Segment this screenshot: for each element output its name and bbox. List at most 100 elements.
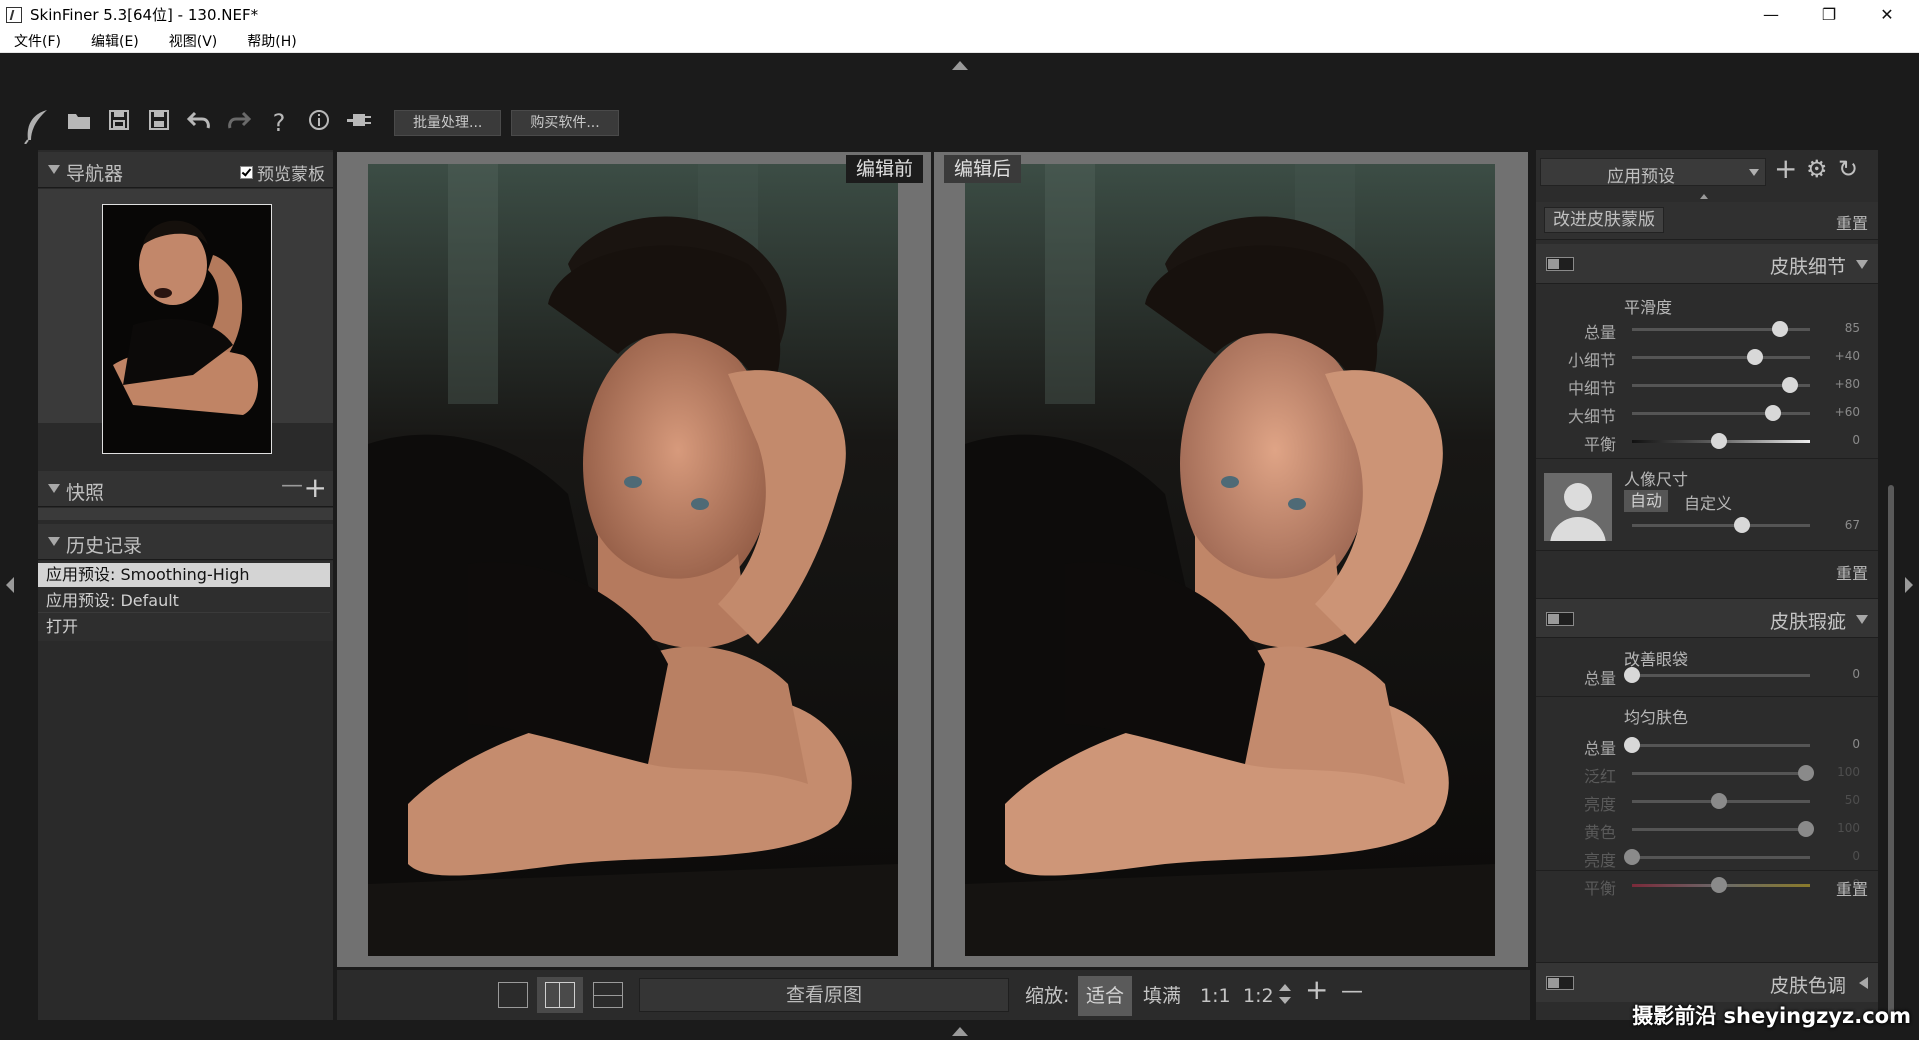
reset-link[interactable]: 重置: [1836, 560, 1868, 584]
zoom-out-button[interactable]: —: [1341, 976, 1363, 1008]
history-item[interactable]: 打开: [38, 615, 330, 639]
skin-tone-header[interactable]: 皮肤色调: [1536, 962, 1878, 1002]
slider-label: 亮度: [1583, 795, 1616, 814]
skin-flaws-title: 皮肤瑕疵: [1769, 611, 1846, 633]
history-header[interactable]: 历史记录: [38, 524, 333, 560]
slider-thumb[interactable]: [1624, 737, 1640, 753]
slider-thumb[interactable]: [1711, 877, 1728, 893]
slider-track[interactable]: [1632, 674, 1810, 677]
view-original-button[interactable]: 查看原图: [639, 978, 1009, 1012]
after-photo[interactable]: [965, 164, 1495, 956]
collapse-triangle-icon: [48, 484, 60, 493]
slider-thumb[interactable]: [1798, 821, 1815, 837]
zoom-up-icon[interactable]: [1279, 984, 1291, 991]
collapse-right-arrow-icon[interactable]: [1905, 577, 1913, 593]
skin-detail-header[interactable]: 皮肤细节: [1536, 244, 1878, 284]
preview-mask-checkbox[interactable]: [240, 166, 253, 179]
collapse-top-arrow-icon[interactable]: [952, 61, 968, 70]
gear-icon[interactable]: ⚙: [1806, 155, 1828, 183]
zoom-1-2-option[interactable]: 1:2: [1243, 980, 1274, 1012]
zoom-down-icon[interactable]: [1279, 997, 1291, 1004]
navigator-header[interactable]: 导航器 预览蒙板: [38, 152, 333, 188]
portrait-size-thumb[interactable]: [1734, 517, 1751, 533]
save-icon[interactable]: [104, 108, 134, 138]
snapshots-header[interactable]: 快照 — +: [38, 471, 333, 507]
slider-track[interactable]: [1632, 356, 1810, 359]
menu-help[interactable]: 帮助(H): [247, 31, 296, 51]
refresh-icon[interactable]: ↻: [1838, 155, 1858, 183]
zoom-1-1-option[interactable]: 1:1: [1200, 980, 1231, 1012]
slider-label: 总量: [1583, 323, 1616, 342]
history-item[interactable]: 应用预设: Default: [38, 589, 330, 613]
menu-view[interactable]: 视图(V): [169, 31, 218, 51]
help-icon[interactable]: ?: [264, 108, 294, 138]
portrait-auto-button[interactable]: 自动: [1624, 490, 1669, 512]
add-snapshot-button[interactable]: +: [304, 471, 327, 504]
minimize-button[interactable]: —: [1742, 0, 1800, 29]
zoom-fill-option[interactable]: 填满: [1143, 980, 1181, 1012]
slider-thumb[interactable]: [1624, 667, 1640, 683]
close-button[interactable]: ✕: [1858, 0, 1916, 29]
slider-thumb[interactable]: [1764, 405, 1781, 421]
title-bar: SkinFiner 5.3[64位] - 130.NEF* — ❐ ✕: [0, 0, 1919, 29]
buy-software-button[interactable]: 购买软件...: [511, 110, 619, 136]
zoom-fit-option[interactable]: 适合: [1078, 976, 1133, 1016]
slider-track[interactable]: [1632, 828, 1810, 831]
slider-thumb[interactable]: [1711, 433, 1728, 449]
undo-icon[interactable]: [184, 108, 214, 138]
slider-track[interactable]: [1632, 744, 1810, 747]
reset-link[interactable]: 重置: [1836, 876, 1868, 900]
improve-mask-button[interactable]: 改进皮肤蒙版: [1544, 207, 1664, 233]
slider-thumb[interactable]: [1782, 377, 1799, 393]
slider-label: 平衡: [1583, 435, 1616, 454]
collapse-left-arrow-icon[interactable]: [6, 577, 14, 593]
skin-flaws-header[interactable]: 皮肤瑕疵: [1536, 598, 1878, 638]
apply-preset-dropdown[interactable]: 应用预设: [1540, 158, 1766, 187]
info-icon[interactable]: [304, 108, 334, 138]
slider-value: 100: [1837, 821, 1860, 835]
slider-value: 50: [1844, 793, 1860, 807]
skin-flaws-toggle[interactable]: [1546, 612, 1574, 626]
zoom-label: 缩放:: [1025, 985, 1070, 1007]
collapse-bottom-arrow-icon[interactable]: [952, 1027, 968, 1036]
split-vertical-view-icon[interactable]: [537, 977, 583, 1013]
open-folder-icon[interactable]: [64, 108, 94, 138]
before-photo[interactable]: [368, 164, 898, 956]
preview-mask-toggle[interactable]: 预览蒙板: [240, 160, 325, 185]
slider-thumb[interactable]: [1798, 765, 1815, 781]
slider-thumb[interactable]: [1746, 349, 1763, 365]
single-view-icon[interactable]: [498, 982, 528, 1008]
slider-label: 大细节: [1567, 407, 1616, 426]
menu-edit[interactable]: 编辑(E): [91, 31, 139, 51]
history-item[interactable]: 应用预设: Smoothing-High: [38, 563, 330, 587]
toolbar: ? 批量处理... 购买软件...: [20, 98, 619, 148]
batch-process-button[interactable]: 批量处理...: [394, 110, 502, 136]
collapse-up-arrow-icon[interactable]: [1700, 194, 1708, 199]
add-preset-icon[interactable]: +: [1774, 152, 1797, 185]
zoom-in-button[interactable]: +: [1305, 974, 1328, 1006]
redo-icon[interactable]: [224, 108, 254, 138]
slider-track[interactable]: [1632, 412, 1810, 415]
portrait-size-slider[interactable]: [1632, 524, 1810, 527]
navigator-thumbnail[interactable]: [102, 204, 272, 454]
scrollbar-thumb[interactable]: [1888, 485, 1894, 1020]
slider-thumb[interactable]: [1711, 793, 1728, 809]
split-horizontal-view-icon[interactable]: [593, 982, 623, 1008]
portrait-avatar-icon: [1544, 473, 1612, 541]
slider-value: 0: [1852, 849, 1860, 863]
plugin-icon[interactable]: [344, 108, 374, 138]
skin-detail-toggle[interactable]: [1546, 257, 1574, 271]
restore-button[interactable]: ❐: [1800, 0, 1858, 29]
slider-thumb[interactable]: [1624, 849, 1640, 865]
skin-tone-toggle[interactable]: [1546, 976, 1574, 990]
remove-snapshot-button[interactable]: —: [281, 473, 303, 498]
slider-track[interactable]: [1632, 772, 1810, 775]
save-as-icon[interactable]: [144, 108, 174, 138]
slider-label: 平衡: [1583, 879, 1616, 898]
menu-file[interactable]: 文件(F): [14, 31, 61, 51]
slider-track[interactable]: [1632, 856, 1810, 859]
reset-link[interactable]: 重置: [1836, 210, 1868, 234]
slider-value: 85: [1844, 321, 1860, 335]
slider-thumb[interactable]: [1771, 321, 1788, 337]
portrait-custom-button[interactable]: 自定义: [1684, 490, 1732, 514]
